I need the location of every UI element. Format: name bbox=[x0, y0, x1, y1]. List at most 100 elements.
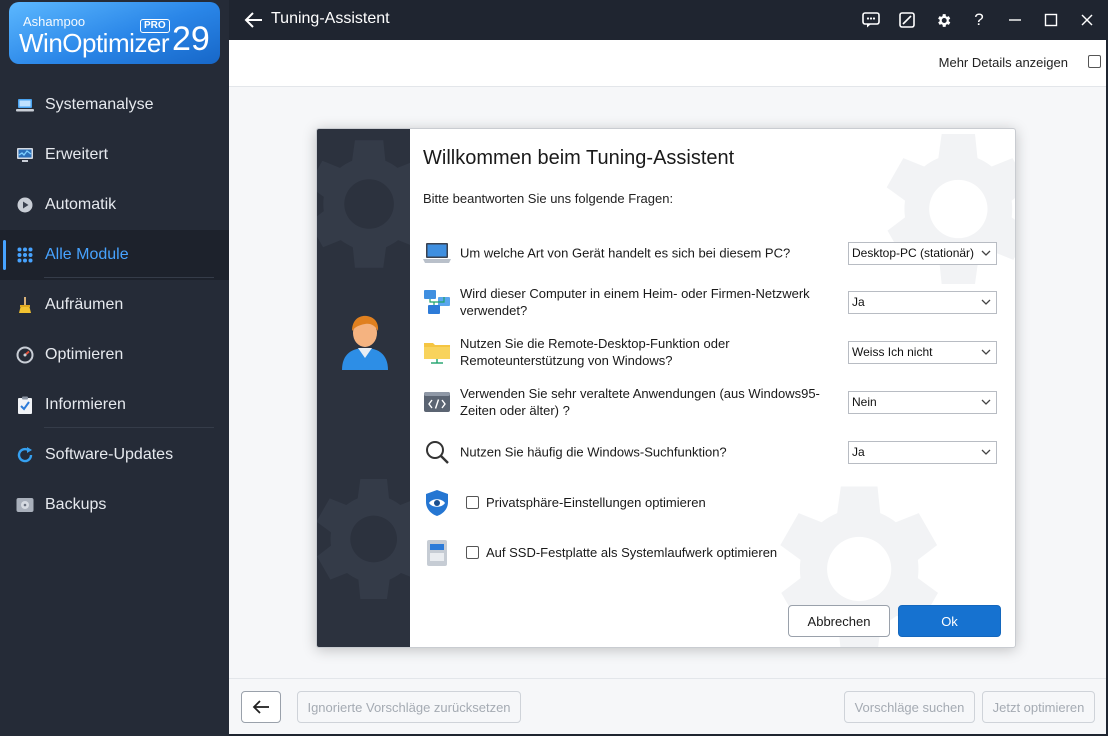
dialog-title: Willkommen beim Tuning-Assistent bbox=[423, 147, 734, 170]
close-icon[interactable] bbox=[1076, 9, 1098, 31]
ssd-checkbox-label[interactable]: Auf SSD-Festplatte als Systemlaufwerk op… bbox=[486, 545, 777, 560]
ssd-icon bbox=[423, 539, 451, 567]
select-value: Ja bbox=[852, 295, 865, 309]
sidebar-item-software-updates[interactable]: Software-Updates bbox=[0, 430, 229, 480]
sidebar-item-optimieren[interactable]: Optimieren bbox=[0, 330, 229, 380]
gear-icon[interactable] bbox=[932, 9, 954, 31]
sidebar-item-automatik[interactable]: Automatik bbox=[0, 180, 229, 230]
sidebar-item-systemanalyse[interactable]: Systemanalyse bbox=[0, 80, 229, 130]
remote-folder-icon bbox=[423, 338, 451, 366]
sidebar-divider bbox=[44, 427, 214, 428]
code-window-icon bbox=[423, 388, 451, 416]
sidebar-item-label: Aufräumen bbox=[45, 296, 123, 314]
sidebar-item-label: Systemanalyse bbox=[45, 96, 154, 114]
gear-watermark-icon bbox=[317, 129, 410, 289]
clipboard-check-icon bbox=[16, 396, 34, 414]
dialog-body: Willkommen beim Tuning-Assistent Bitte b… bbox=[410, 129, 1016, 648]
logo-version: 29 bbox=[172, 20, 210, 59]
remote-desktop-select[interactable]: Weiss Ich nicht bbox=[848, 341, 997, 364]
grid-dots-icon bbox=[16, 246, 34, 264]
question-row-legacy-apps: Verwenden Sie sehr veraltete Anwendungen… bbox=[423, 384, 1003, 420]
question-text: Um welche Art von Gerät handelt es sich … bbox=[460, 245, 830, 262]
dialog-sidebar bbox=[317, 129, 410, 648]
more-details-checkbox[interactable] bbox=[1088, 55, 1101, 68]
search-suggestions-button[interactable]: Vorschläge suchen bbox=[844, 691, 975, 723]
monitor-chart-icon bbox=[16, 146, 34, 164]
question-row-remote: Nutzen Sie die Remote-Desktop-Funktion o… bbox=[423, 334, 1003, 370]
sidebar-item-label: Backups bbox=[45, 496, 106, 514]
app-logo: Ashampoo WinOptimizer PRO 29 bbox=[9, 2, 220, 64]
sidebar-item-label: Informieren bbox=[45, 396, 126, 414]
hard-drive-icon bbox=[16, 496, 34, 514]
back-arrow-icon[interactable] bbox=[243, 9, 265, 31]
chevron-down-icon bbox=[980, 247, 992, 259]
search-icon bbox=[423, 438, 451, 466]
sidebar-item-alle-module[interactable]: Alle Module bbox=[0, 230, 229, 280]
window-title: Tuning-Assistent bbox=[271, 10, 390, 28]
gear-watermark-icon bbox=[317, 459, 410, 619]
user-avatar-icon bbox=[340, 314, 390, 370]
legacy-apps-select[interactable]: Nein bbox=[848, 391, 997, 414]
minimize-icon[interactable] bbox=[1004, 9, 1026, 31]
ssd-option-row: Auf SSD-Festplatte als Systemlaufwerk op… bbox=[423, 535, 1003, 571]
laptop-icon bbox=[423, 239, 451, 267]
sidebar-divider bbox=[44, 277, 214, 278]
reset-ignored-button[interactable]: Ignorierte Vorschläge zurücksetzen bbox=[297, 691, 521, 723]
question-row-network: Wird dieser Computer in einem Heim- oder… bbox=[423, 284, 1003, 320]
sidebar-item-label: Optimieren bbox=[45, 346, 123, 364]
question-row-search: Nutzen Sie häufig die Windows-Suchfunkti… bbox=[423, 434, 1003, 470]
sidebar-item-label: Software-Updates bbox=[45, 446, 173, 464]
question-text: Nutzen Sie die Remote-Desktop-Funktion o… bbox=[460, 335, 830, 369]
skin-icon[interactable] bbox=[896, 9, 918, 31]
sidebar-item-informieren[interactable]: Informieren bbox=[0, 380, 229, 430]
details-bar: Mehr Details anzeigen bbox=[229, 40, 1106, 87]
network-icon bbox=[423, 288, 451, 316]
shield-eye-icon bbox=[423, 489, 451, 517]
feedback-icon[interactable] bbox=[860, 9, 882, 31]
chevron-down-icon bbox=[980, 296, 992, 308]
chevron-down-icon bbox=[980, 396, 992, 408]
device-type-select[interactable]: Desktop-PC (stationär) bbox=[848, 242, 997, 265]
privacy-checkbox[interactable] bbox=[466, 496, 479, 509]
question-text: Wird dieser Computer in einem Heim- oder… bbox=[460, 285, 830, 319]
help-icon[interactable]: ? bbox=[968, 9, 990, 31]
ok-button[interactable]: Ok bbox=[898, 605, 1001, 637]
speedometer-icon bbox=[16, 346, 34, 364]
select-value: Ja bbox=[852, 445, 865, 459]
sidebar-item-backups[interactable]: Backups bbox=[0, 480, 229, 530]
sidebar: Ashampoo WinOptimizer PRO 29 Systemanaly… bbox=[0, 0, 229, 736]
sidebar-item-aufraeumen[interactable]: Aufräumen bbox=[0, 280, 229, 330]
maximize-icon[interactable] bbox=[1040, 9, 1062, 31]
question-text: Verwenden Sie sehr veraltete Anwendungen… bbox=[460, 385, 830, 419]
select-value: Weiss Ich nicht bbox=[852, 345, 932, 359]
laptop-icon bbox=[16, 96, 34, 114]
back-button[interactable] bbox=[241, 691, 281, 723]
question-row-device: Um welche Art von Gerät handelt es sich … bbox=[423, 235, 1003, 271]
optimize-now-button[interactable]: Jetzt optimieren bbox=[982, 691, 1095, 723]
refresh-icon bbox=[16, 446, 34, 464]
logo-edition-badge: PRO bbox=[140, 19, 170, 33]
play-gear-icon bbox=[16, 196, 34, 214]
search-usage-select[interactable]: Ja bbox=[848, 441, 997, 464]
chevron-down-icon bbox=[980, 446, 992, 458]
dialog-subtitle: Bitte beantworten Sie uns folgende Frage… bbox=[423, 191, 673, 206]
logo-brand: Ashampoo bbox=[23, 14, 85, 29]
broom-icon bbox=[16, 296, 34, 314]
select-value: Desktop-PC (stationär) bbox=[852, 246, 974, 260]
privacy-checkbox-label[interactable]: Privatsphäre-Einstellungen optimieren bbox=[486, 495, 706, 510]
cancel-button[interactable]: Abbrechen bbox=[788, 605, 890, 637]
title-bar: Tuning-Assistent ? bbox=[229, 0, 1108, 40]
tuning-assistant-dialog: Willkommen beim Tuning-Assistent Bitte b… bbox=[316, 128, 1016, 648]
sidebar-item-label: Automatik bbox=[45, 196, 116, 214]
more-details-label: Mehr Details anzeigen bbox=[939, 55, 1068, 70]
select-value: Nein bbox=[852, 395, 877, 409]
question-text: Nutzen Sie häufig die Windows-Suchfunkti… bbox=[460, 444, 830, 461]
privacy-option-row: Privatsphäre-Einstellungen optimieren bbox=[423, 485, 1003, 521]
chevron-down-icon bbox=[980, 346, 992, 358]
sidebar-item-erweitert[interactable]: Erweitert bbox=[0, 130, 229, 180]
bottom-bar: Ignorierte Vorschläge zurücksetzen Vorsc… bbox=[229, 678, 1106, 734]
ssd-checkbox[interactable] bbox=[466, 546, 479, 559]
gear-watermark-icon bbox=[850, 129, 1016, 309]
sidebar-item-label: Erweitert bbox=[45, 146, 108, 164]
network-select[interactable]: Ja bbox=[848, 291, 997, 314]
